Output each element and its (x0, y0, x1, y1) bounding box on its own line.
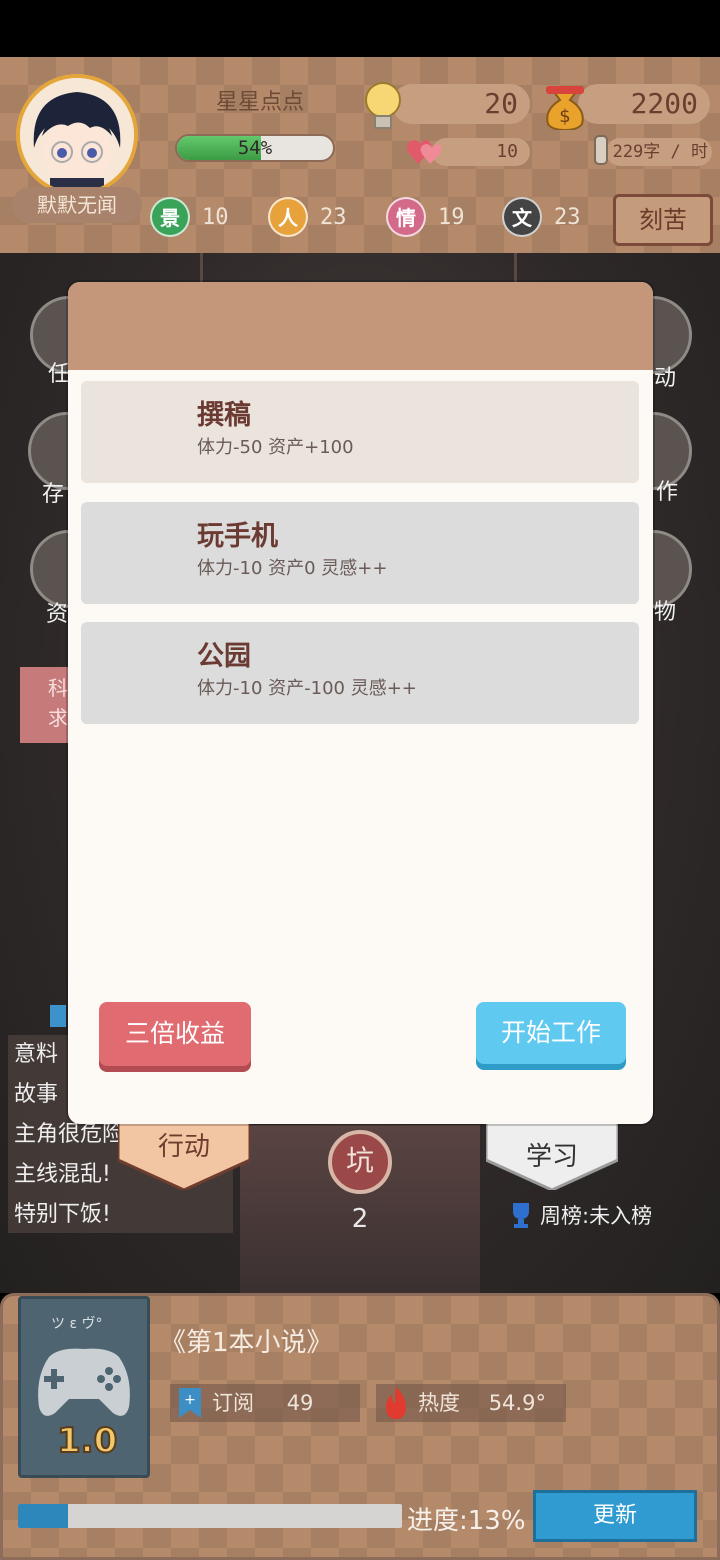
items-label: 物 (654, 600, 677, 625)
weekly-rank-text: 周榜:未入榜 (540, 1204, 653, 1228)
money-bag-icon: $ (542, 80, 588, 134)
cover-scribble: ツ ε ヴ° (51, 1316, 103, 1332)
attribute-icon: 景 (150, 197, 190, 237)
option-desc: 体力-10 资产-100 灵感++ (197, 678, 417, 699)
start-work-button[interactable]: 开始工作 (476, 1002, 626, 1064)
writing-speed: 229字 / 时 (606, 138, 712, 166)
work-label: 作 (656, 480, 679, 505)
attribute-scenery: 景 10 (150, 196, 229, 238)
event-label: 动 (654, 366, 677, 391)
subscribe-value: 49 (286, 1391, 314, 1415)
heat-label: 热度 (418, 1391, 460, 1415)
story-tag: 特别下饭! (14, 1202, 111, 1227)
progress-label: 进度:13% (407, 1506, 526, 1536)
player-title-tag: 默默无闻 (12, 187, 142, 223)
hanging-string (514, 253, 517, 285)
modal-header (68, 282, 653, 370)
writing-progress-fill (18, 1504, 68, 1528)
attribute-value: 23 (554, 204, 581, 230)
weekly-rank[interactable]: 周榜:未入榜 (508, 1200, 652, 1230)
triple-reward-button[interactable]: 三倍收益 (99, 1002, 251, 1066)
study-tab-label: 学习 (525, 1142, 578, 1172)
trophy-icon (513, 1203, 529, 1228)
exp-bar: 54% (175, 134, 335, 162)
attribute-icon: 人 (268, 197, 308, 237)
fire-icon (386, 1387, 406, 1419)
book-title: 《第1本小说》 (160, 1328, 333, 1358)
option-play-phone[interactable]: 玩手机 体力-10 资产0 灵感++ (81, 502, 639, 604)
book-cover[interactable]: ツ ε ヴ° 1.0 (18, 1296, 150, 1478)
svg-text:+: + (184, 1392, 196, 1408)
money-value: 2200 (578, 84, 710, 124)
inspiration-value: 20 (392, 84, 530, 124)
heat-chip: 热度 54.9° (376, 1384, 566, 1422)
save-label: 存 (42, 482, 65, 507)
update-button[interactable]: 更新 (533, 1490, 697, 1542)
assets-label: 资 (46, 602, 69, 627)
action-modal: 撰稿 体力-50 资产+100 玩手机 体力-10 资产0 灵感++ 公园 体力… (68, 282, 653, 1124)
cover-version: 1.0 (56, 1420, 118, 1462)
player-nickname: 星星点点 (215, 90, 304, 115)
option-desc: 体力-50 资产+100 (197, 437, 354, 458)
attribute-character: 人 23 (268, 196, 347, 238)
attribute-writing: 文 23 (502, 196, 581, 238)
heat-value: 54.9° (488, 1391, 546, 1415)
subscribe-label: 订阅 (212, 1391, 254, 1415)
lightbulb-icon (360, 80, 406, 136)
diligent-button[interactable]: 刻苦 (613, 194, 713, 246)
exp-label: 54% (237, 137, 273, 159)
option-title: 公园 (197, 641, 251, 672)
option-write-manuscript[interactable]: 撰稿 体力-50 资产+100 (81, 381, 639, 483)
bookmark-icon: + (179, 1388, 201, 1418)
svg-text:$: $ (559, 106, 570, 127)
writing-progress-bar (18, 1504, 402, 1528)
side-tab[interactable]: 科 求 (20, 667, 72, 743)
avatar[interactable] (16, 74, 138, 196)
option-title: 撰稿 (197, 400, 251, 431)
attribute-icon: 情 (386, 197, 426, 237)
attribute-icon: 文 (502, 197, 542, 237)
avatar-portrait-icon (20, 78, 134, 192)
pit-count: 2 (351, 1204, 369, 1234)
attribute-value: 19 (438, 204, 465, 230)
option-park[interactable]: 公园 体力-10 资产-100 灵感++ (81, 622, 639, 724)
hanging-string (200, 253, 203, 285)
attribute-value: 10 (202, 204, 229, 230)
option-desc: 体力-10 资产0 灵感++ (197, 558, 388, 579)
attribute-emotion: 情 19 (386, 196, 465, 238)
hearts-icon (406, 136, 444, 170)
flag-icon (50, 1005, 66, 1027)
hearts-value: 10 (432, 138, 530, 166)
subscribe-chip: + 订阅 49 (170, 1384, 360, 1422)
task-label: 任 (48, 362, 71, 387)
scroll-icon (592, 134, 610, 170)
pit-button[interactable]: 坑 (328, 1130, 392, 1194)
gamepad-icon (38, 1348, 130, 1416)
attribute-value: 23 (320, 204, 347, 230)
option-title: 玩手机 (197, 521, 278, 552)
action-tab-label: 行动 (157, 1132, 210, 1162)
